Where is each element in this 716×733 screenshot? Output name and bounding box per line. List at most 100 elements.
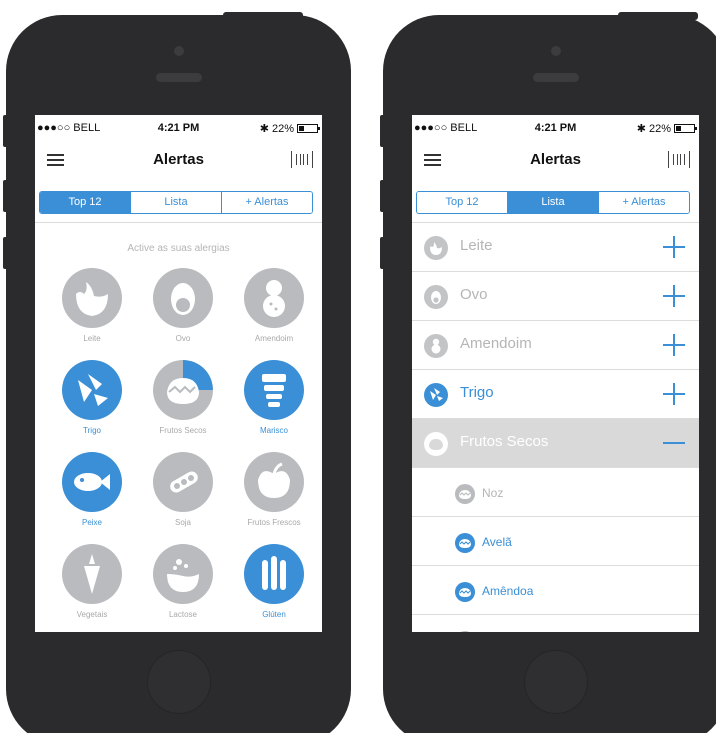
tab-alertas[interactable]: + Alertas (599, 192, 689, 213)
mute-switch (380, 115, 386, 147)
sub-item-partial (412, 615, 699, 632)
apple-icon (244, 452, 304, 512)
sub-item-noz[interactable]: Noz (412, 468, 699, 517)
sub-item-amendoa[interactable]: Amêndoa (412, 566, 699, 615)
allergen-ovo[interactable]: Ovo (143, 268, 223, 343)
page-title: Alertas (153, 151, 204, 168)
page-title: Alertas (530, 151, 581, 168)
bluetooth-icon: ✱ (259, 123, 269, 135)
sub-item-label: Amêndoa (482, 584, 534, 598)
list-item-label: Ovo (460, 286, 488, 303)
carrot-icon (62, 544, 122, 604)
battery-icon (674, 124, 697, 133)
tab-alertas[interactable]: + Alertas (222, 192, 312, 213)
status-bar: ●●●○○ BELL 4:21 PM ✱ 22% (412, 115, 699, 139)
earpiece-speaker (532, 73, 579, 82)
add-icon[interactable] (663, 236, 685, 258)
list-item-frutos-secos[interactable]: Frutos Secos (412, 419, 699, 468)
navbar: Alertas (412, 139, 699, 181)
allergen-frutos-frescos[interactable]: Frutos Frescos (234, 452, 314, 527)
mute-switch (3, 115, 9, 147)
allergen-frutos-secos[interactable]: Frutos Secos (143, 360, 223, 435)
list-item-label: Leite (460, 237, 493, 254)
tab-lista[interactable]: Lista (131, 192, 222, 213)
home-button[interactable] (523, 650, 588, 714)
egg-icon (424, 285, 448, 309)
bluetooth-icon: ✱ (636, 123, 646, 135)
segmented-control: Top 12 Lista + Alertas (416, 191, 690, 214)
screen-lista: ●●●○○ BELL 4:21 PM ✱ 22% Alertas Top 12 … (412, 115, 699, 632)
segmented-control: Top 12 Lista + Alertas (39, 191, 313, 214)
allergen-label: Ovo (175, 334, 191, 343)
lactose-icon (153, 544, 213, 604)
allergen-label: Lactose (168, 610, 198, 619)
grid-hint: Active as suas alergias (127, 243, 230, 254)
nut-icon (455, 533, 475, 553)
status-bar: ●●●○○ BELL 4:21 PM ✱ 22% (35, 115, 322, 139)
allergen-trigo[interactable]: Trigo (52, 360, 132, 435)
add-icon[interactable] (663, 285, 685, 307)
allergen-label: Soja (174, 518, 191, 527)
barcode-icon[interactable] (668, 151, 690, 168)
peanut-icon (424, 334, 448, 358)
volume-up-button (380, 180, 386, 212)
allergen-peixe[interactable]: Peixe (52, 452, 132, 527)
milk-icon (62, 268, 122, 328)
allergen-lactose[interactable]: Lactose (143, 544, 223, 619)
list-item-ovo[interactable]: Ovo (412, 272, 699, 321)
earpiece-speaker (155, 73, 202, 82)
tab-top12[interactable]: Top 12 (40, 192, 131, 213)
add-icon[interactable] (663, 334, 685, 356)
gluten-icon (244, 544, 304, 604)
allergen-label: Leite (83, 334, 101, 343)
allergen-marisco[interactable]: Marisco (234, 360, 314, 435)
nut-icon (153, 360, 213, 420)
collapse-icon[interactable] (663, 442, 685, 444)
front-camera (173, 46, 184, 56)
nut-icon (455, 582, 475, 602)
tab-lista[interactable]: Lista (508, 192, 599, 213)
list-item-amendoim[interactable]: Amendoim (412, 321, 699, 370)
power-button (223, 12, 303, 20)
allergen-soja[interactable]: Soja (143, 452, 223, 527)
status-right: ✱ 22% (636, 122, 697, 135)
list-item-label: Amendoim (460, 335, 532, 352)
volume-down-button (380, 237, 386, 269)
volume-up-button (3, 180, 9, 212)
allergen-label: Marisco (259, 426, 288, 435)
list-item-label: Trigo (460, 384, 494, 401)
allergen-label: Frutos Frescos (247, 518, 301, 527)
allergen-gluten[interactable]: Glúten (234, 544, 314, 619)
list-item-label: Frutos Secos (460, 433, 549, 450)
allergen-amendoim[interactable]: Amendoim (234, 268, 314, 343)
milk-icon (424, 236, 448, 260)
home-button[interactable] (146, 650, 211, 714)
power-button (618, 12, 698, 20)
list-item-leite[interactable]: Leite (412, 223, 699, 272)
nut-icon (424, 432, 448, 456)
allergen-label: Amendoim (254, 334, 294, 343)
fish-icon (62, 452, 122, 512)
allergen-leite[interactable]: Leite (52, 268, 132, 343)
sub-item-label: Noz (482, 486, 504, 500)
nut-icon (455, 484, 475, 504)
screen-top12: ●●●○○ BELL 4:21 PM ✱ 22% Alertas Top 12 … (35, 115, 322, 632)
allergen-label: Frutos Secos (159, 426, 207, 435)
sub-item-avela[interactable]: Avelã (412, 517, 699, 566)
sub-item-label: Avelã (482, 535, 512, 549)
shellfish-icon (244, 360, 304, 420)
divider (35, 222, 322, 223)
wheat-icon (62, 360, 122, 420)
allergen-label: Peixe (81, 518, 102, 527)
barcode-icon[interactable] (291, 151, 313, 168)
allergen-label: Trigo (83, 426, 101, 435)
tab-top12[interactable]: Top 12 (417, 192, 508, 213)
phone-right: ●●●○○ BELL 4:21 PM ✱ 22% Alertas Top 12 … (380, 12, 716, 733)
soy-icon (153, 452, 213, 512)
list-item-trigo[interactable]: Trigo (412, 370, 699, 419)
add-icon[interactable] (663, 383, 685, 405)
battery-percent: 22% (271, 122, 294, 135)
allergen-vegetais[interactable]: Vegetais (52, 544, 132, 619)
egg-icon (153, 268, 213, 328)
navbar: Alertas (35, 139, 322, 181)
